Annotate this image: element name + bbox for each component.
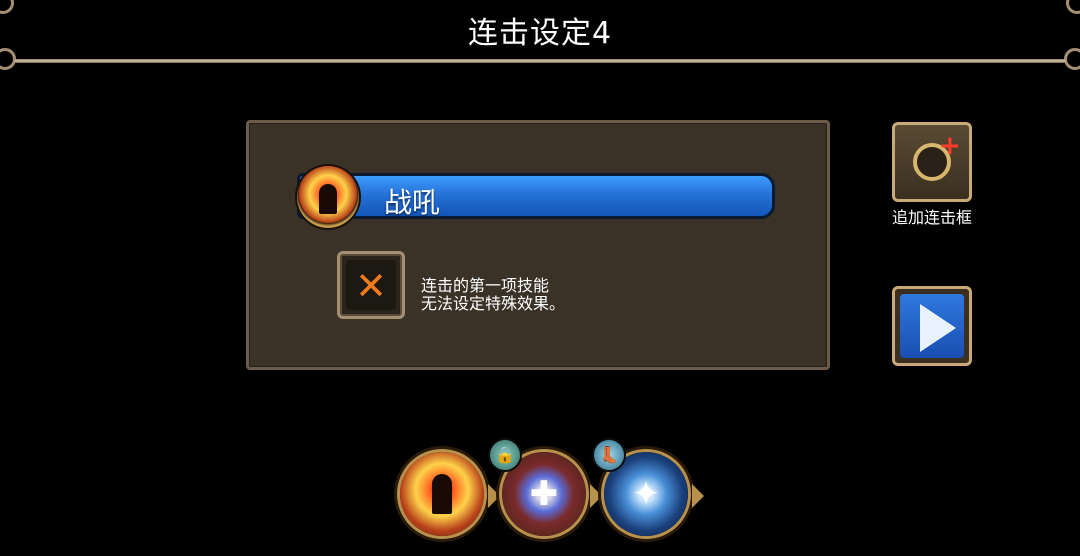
header-divider [14, 59, 1066, 63]
play-button-face [900, 294, 964, 358]
combo-settings-screen: 连击设定4 战吼 ✕ 连击的第一项技能 无法设定特殊效果。 + 追加连击框 ✚ … [0, 0, 1080, 556]
x-icon: ✕ [355, 264, 387, 308]
effect-info-text: 连击的第一项技能 无法设定特殊效果。 [421, 277, 565, 313]
boot-badge-icon: 👢 [594, 440, 624, 470]
add-combo-frame-label: 追加连击框 [891, 208, 972, 227]
roar-figure-icon [319, 184, 337, 214]
header: 连击设定4 [0, 0, 1080, 70]
play-icon [920, 304, 956, 352]
play-button[interactable] [892, 286, 972, 366]
remove-effect-inner: ✕ [346, 260, 396, 310]
lock-badge-icon: 🔒 [490, 440, 520, 470]
shield-cross-icon: ✚ [529, 474, 559, 514]
page-title: 连击设定4 [467, 16, 613, 51]
wings-icon: ✦ [631, 474, 661, 514]
plus-icon: + [939, 131, 961, 161]
chain-arrow-icon [590, 484, 602, 508]
chain-arrow-icon [488, 484, 500, 508]
info-line-2: 无法设定特殊效果。 [421, 294, 566, 313]
info-line-1: 连击的第一项技能 [421, 276, 550, 295]
chain-arrow-icon [692, 484, 704, 508]
roar-skill-icon[interactable] [297, 166, 359, 228]
roar-skill-icon[interactable] [400, 452, 484, 536]
roar-figure-icon [432, 474, 452, 514]
skill-name: 战吼 [384, 186, 441, 219]
skill-name-bar[interactable]: 战吼 [297, 173, 775, 219]
remove-effect-button[interactable]: ✕ [337, 251, 405, 319]
combo-chain: ✚ 🔒 ✦ 👢 [390, 440, 710, 556]
combo-skill-panel: 战吼 ✕ 连击的第一项技能 无法设定特殊效果。 [246, 120, 830, 370]
add-combo-frame-button[interactable]: + [892, 122, 972, 202]
